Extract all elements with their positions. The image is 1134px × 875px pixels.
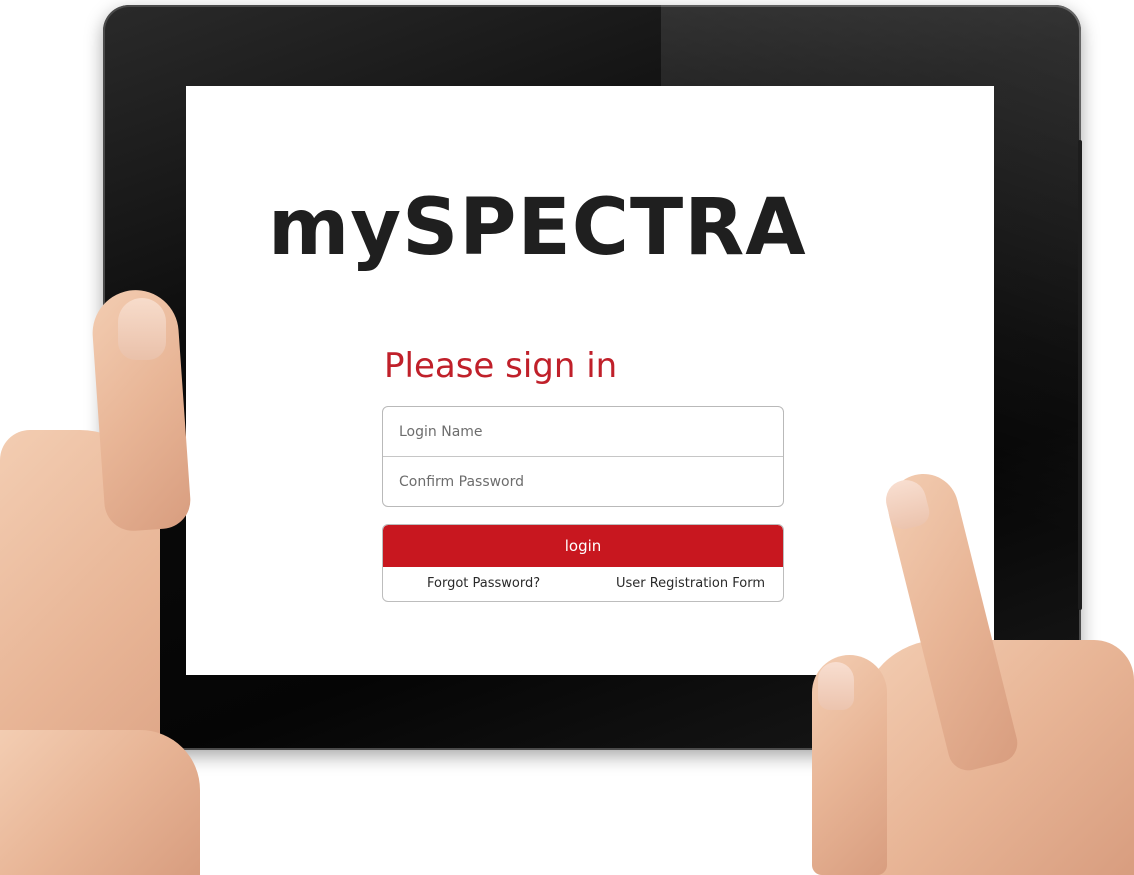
login-name-input[interactable] (383, 407, 783, 456)
left-thumbnail (118, 298, 166, 360)
user-registration-link[interactable]: User Registration Form (616, 576, 765, 591)
login-name-row (383, 407, 783, 456)
confirm-password-input[interactable] (383, 457, 783, 506)
right-thumbnail (818, 662, 854, 710)
brand-logo: mySPECTRA (268, 183, 807, 273)
left-hand-wrist (0, 730, 200, 875)
login-actions: login Forgot Password? User Registration… (382, 524, 784, 602)
tablet-side-edge (1078, 140, 1082, 610)
forgot-password-link[interactable]: Forgot Password? (427, 576, 540, 591)
signin-heading: Please sign in (384, 346, 618, 386)
login-button[interactable]: login (383, 525, 783, 567)
photo-scene: mySPECTRA Please sign in login Forgot Pa… (0, 0, 1134, 875)
tablet-screen: mySPECTRA Please sign in login Forgot Pa… (186, 86, 994, 675)
password-row (383, 456, 783, 506)
auth-links: Forgot Password? User Registration Form (383, 567, 783, 600)
credentials-form (382, 406, 784, 507)
